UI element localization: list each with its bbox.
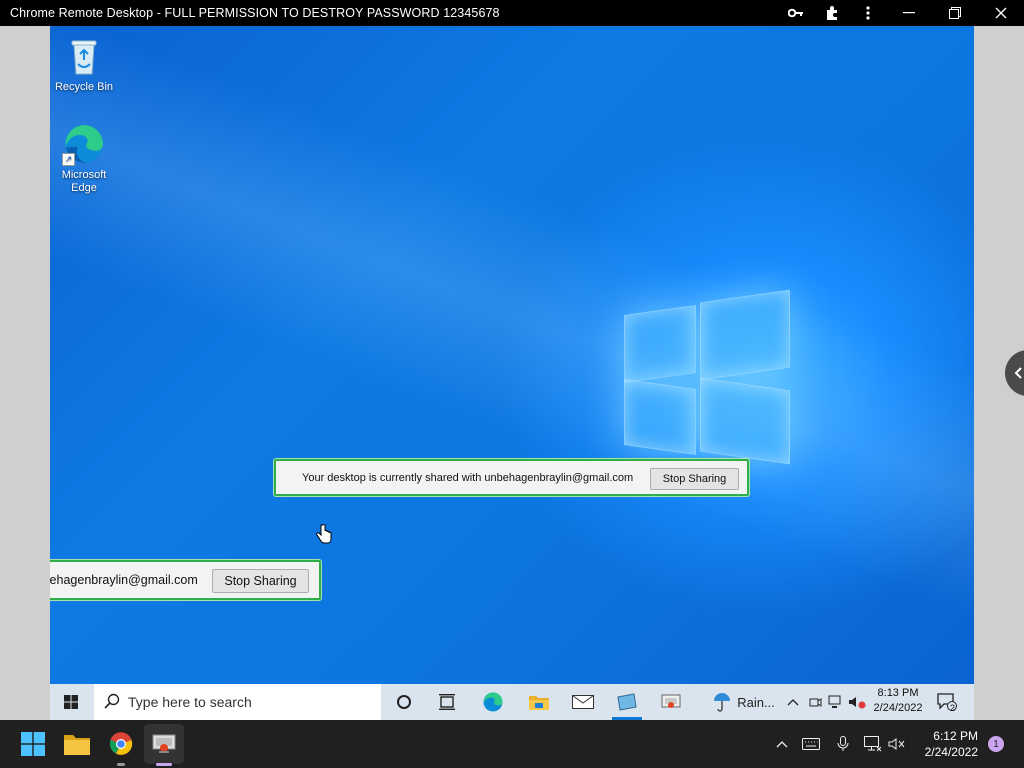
desktop-icon-edge[interactable]: ↗ Microsoft Edge (50, 122, 119, 195)
close-icon[interactable] (978, 0, 1024, 26)
share-message: with unbehagenbraylin@gmail.com (50, 573, 198, 587)
keyboard-icon[interactable] (800, 720, 822, 768)
mail-icon[interactable] (568, 684, 598, 720)
weather-rain-icon[interactable] (710, 684, 734, 720)
edge-icon: ↗ (62, 122, 106, 166)
file-explorer-icon[interactable] (524, 684, 554, 720)
host-taskbar: 6:12 PM 2/24/2022 1 (0, 720, 1024, 768)
restore-icon[interactable] (932, 0, 978, 26)
taskbar-search-box[interactable]: Type here to search (94, 684, 381, 720)
windows-start-icon[interactable] (18, 720, 48, 768)
wallpaper-light-beam (50, 26, 974, 643)
host-clock[interactable]: 6:12 PM 2/24/2022 (925, 728, 978, 760)
extensions-icon[interactable] (814, 0, 850, 26)
file-explorer-icon[interactable] (62, 720, 92, 768)
chevron-up-icon[interactable] (785, 684, 801, 720)
more-menu-icon[interactable] (850, 0, 886, 26)
remote-time: 8:13 PM (877, 687, 919, 699)
show-hidden-icons-chevron[interactable] (772, 720, 792, 768)
remote-date: 2/24/2022 (873, 702, 923, 714)
desktop-icon-label: Microsoft Edge (61, 169, 107, 194)
desktop-icon-label: Recycle Bin (54, 81, 114, 93)
stop-sharing-button[interactable]: Stop Sharing (212, 569, 309, 593)
share-message: Your desktop is currently shared with un… (302, 471, 634, 484)
meet-now-icon[interactable] (807, 684, 823, 720)
chrome-icon[interactable] (106, 720, 136, 768)
task-view-icon[interactable] (435, 684, 459, 720)
recycle-bin-icon (62, 34, 106, 78)
volume-muted-icon[interactable] (847, 684, 867, 720)
network-icon[interactable] (827, 684, 845, 720)
search-icon (104, 693, 120, 712)
remote-desktop-app-icon[interactable] (656, 684, 686, 720)
shortcut-arrow-icon: ↗ (62, 153, 75, 166)
network-icon[interactable] (862, 720, 884, 768)
store-app-icon[interactable] (612, 684, 642, 720)
weather-text[interactable]: Rain... (736, 684, 776, 720)
desktop-icon-recycle-bin[interactable]: Recycle Bin (50, 34, 119, 94)
host-time: 6:12 PM (933, 729, 978, 743)
cortana-icon[interactable] (392, 684, 416, 720)
key-icon[interactable] (778, 0, 814, 26)
running-indicator (117, 763, 125, 766)
window-title: Chrome Remote Desktop - FULL PERMISSION … (10, 6, 500, 20)
minimize-icon[interactable] (886, 0, 932, 26)
remote-desktop[interactable]: Recycle Bin ↗ Microsoft Edge Your deskto… (50, 26, 974, 720)
desktop-shared-notice-zoomed: with unbehagenbraylin@gmail.com Stop Sha… (50, 560, 321, 600)
volume-muted-icon[interactable] (886, 720, 908, 768)
host-date: 2/24/2022 (924, 745, 978, 759)
action-center-icon[interactable]: 2 (934, 684, 960, 720)
remote-taskbar: Type here to search Rain... 8:13 PM 2/24… (50, 684, 974, 720)
stop-sharing-button[interactable]: Stop Sharing (650, 468, 739, 490)
windows-logo-wallpaper (624, 286, 794, 465)
remote-desktop-taskbar-icon[interactable] (144, 724, 184, 764)
notification-badge[interactable]: 1 (988, 736, 1004, 752)
remote-clock[interactable]: 8:13 PM 2/24/2022 (870, 686, 926, 716)
edge-taskbar-icon[interactable] (478, 684, 508, 720)
desktop-shared-notice: Your desktop is currently shared with un… (274, 459, 749, 496)
chevron-left-icon (1014, 367, 1022, 379)
hand-cursor-icon (316, 523, 332, 549)
notification-count: 2 (950, 703, 956, 713)
microphone-icon[interactable] (832, 720, 854, 768)
remote-desktop-titlebar: Chrome Remote Desktop - FULL PERMISSION … (0, 0, 1024, 26)
start-button[interactable] (60, 684, 82, 720)
active-indicator (156, 763, 172, 766)
search-placeholder: Type here to search (128, 694, 252, 710)
